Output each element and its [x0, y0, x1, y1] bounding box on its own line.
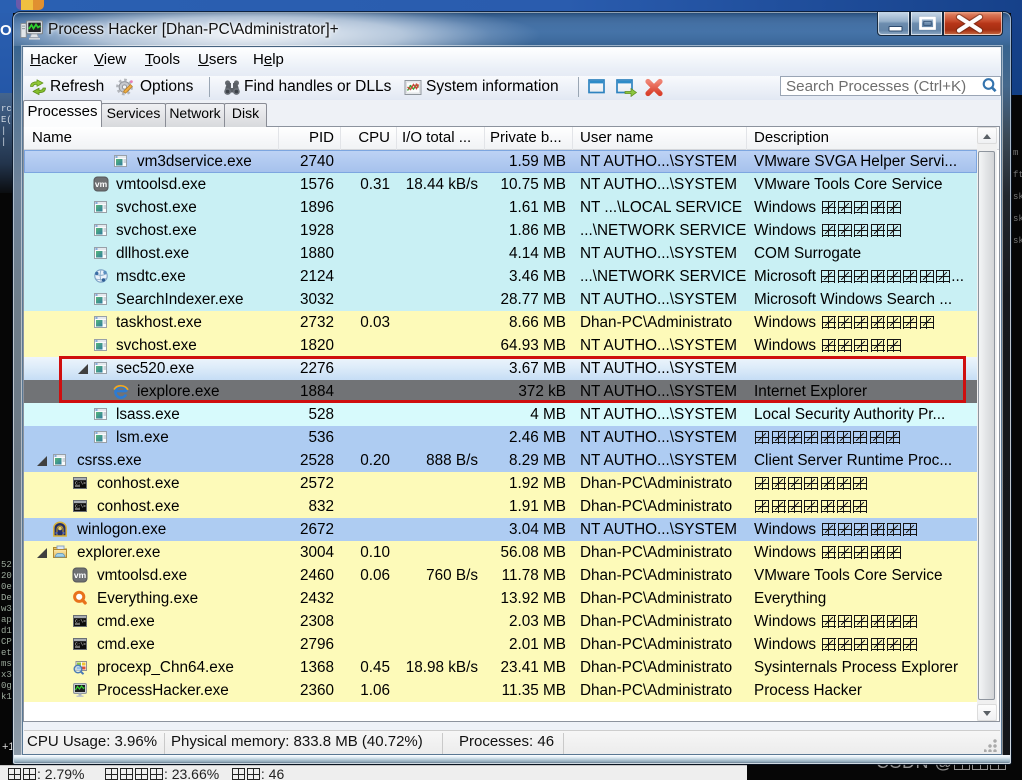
svg-text:vm: vm: [95, 179, 108, 189]
svg-text:vm: vm: [74, 570, 87, 580]
